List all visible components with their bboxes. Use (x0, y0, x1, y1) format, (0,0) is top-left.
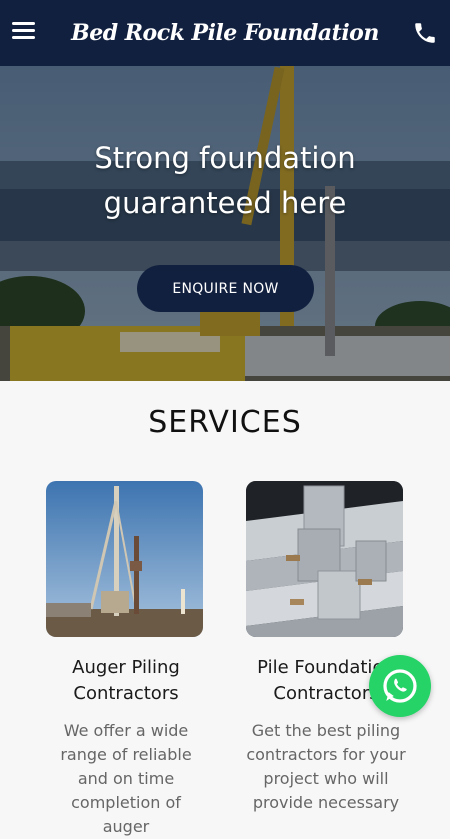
auger-piling-image (46, 481, 203, 637)
top-app-bar: Bed Rock Pile Foundation (0, 0, 450, 66)
enquire-now-button[interactable]: ENQUIRE NOW (137, 265, 314, 312)
hamburger-menu-icon[interactable] (12, 22, 36, 44)
whatsapp-icon[interactable] (369, 655, 431, 717)
hero-banner: Strong foundation guaranteed here ENQUIR… (0, 66, 450, 381)
hero-title: Strong foundation guaranteed here (0, 136, 450, 226)
service-card-pile-foundation[interactable]: Pile Foundation Contractors Get the best… (246, 481, 406, 815)
service-card-title[interactable]: Auger Piling Contractors (46, 655, 206, 707)
services-heading: SERVICES (148, 405, 302, 440)
pile-foundation-image (246, 481, 403, 637)
service-card-description: Get the best piling contractors for your… (246, 721, 406, 812)
phone-icon[interactable] (412, 20, 438, 46)
site-brand-title[interactable]: Bed Rock Pile Foundation (71, 20, 379, 46)
hero-title-line-2: guaranteed here (103, 186, 347, 220)
service-card-auger-piling[interactable]: Auger Piling Contractors We offer a wide… (46, 481, 206, 839)
hero-title-line-1: Strong foundation (94, 141, 356, 175)
service-card-description: We offer a wide range of reliable and on… (60, 721, 192, 836)
